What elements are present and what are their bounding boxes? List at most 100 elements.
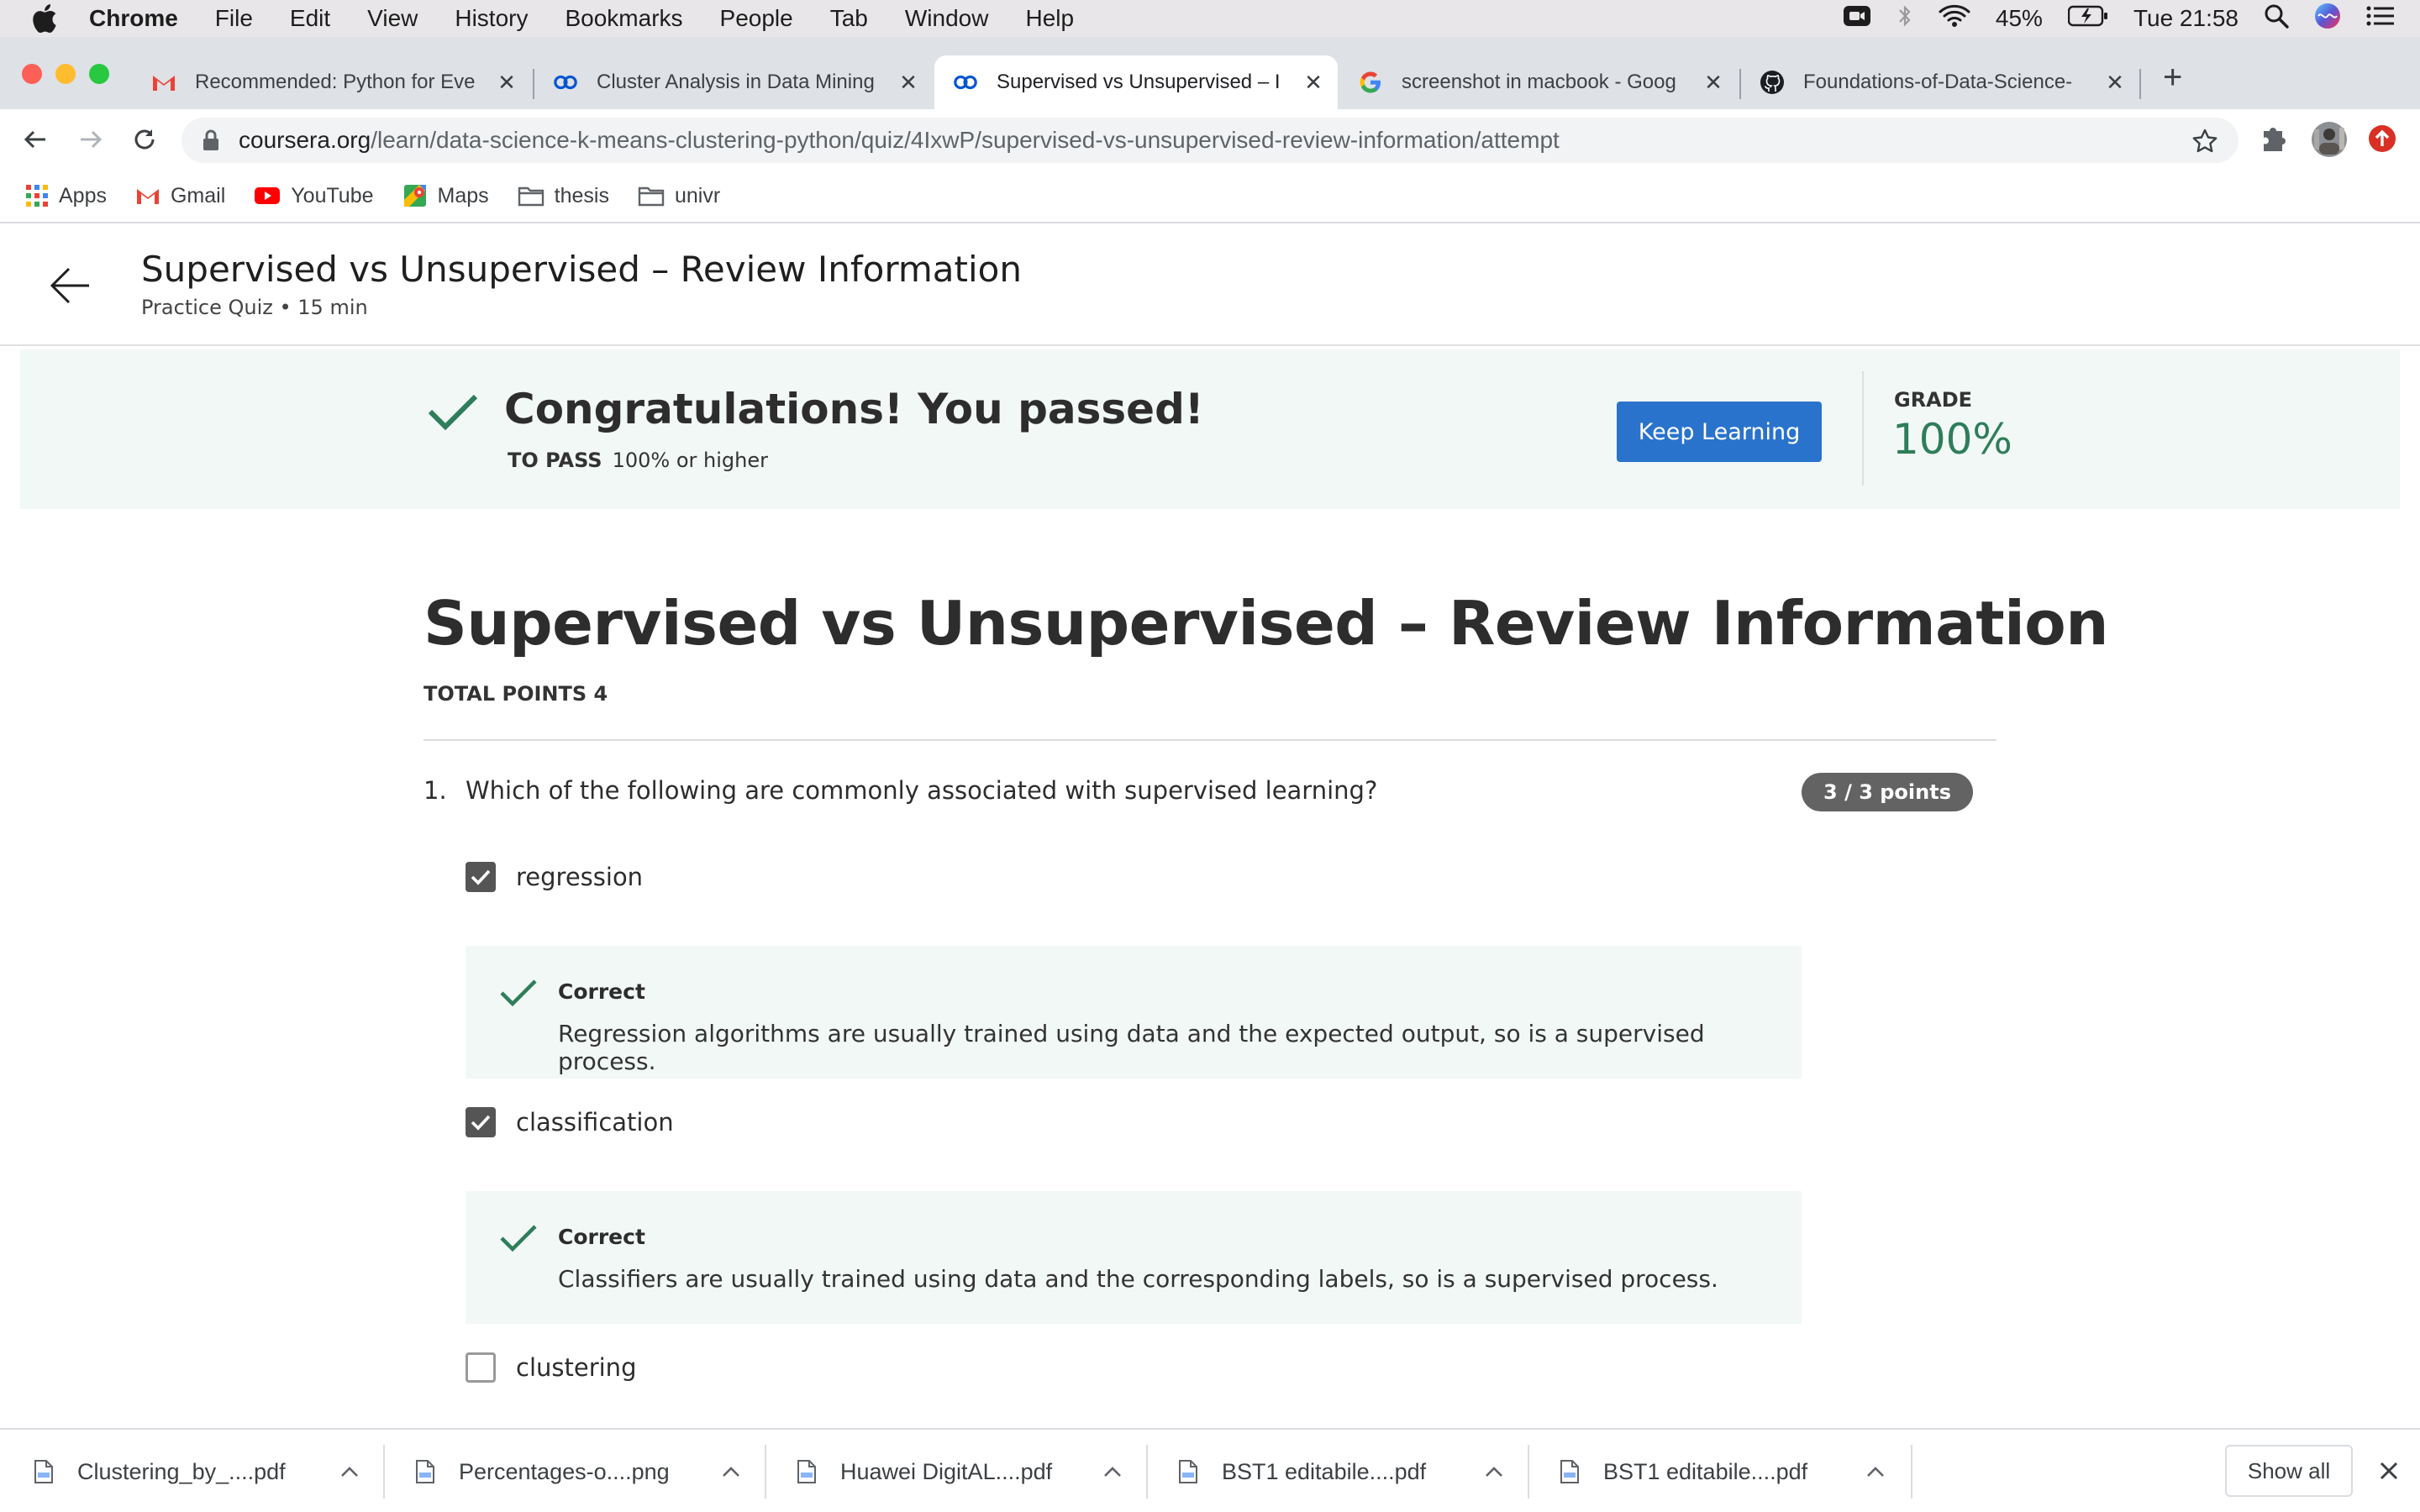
- close-shelf-icon[interactable]: [2376, 1458, 2402, 1488]
- show-all-downloads-button[interactable]: Show all: [2225, 1445, 2353, 1497]
- close-window-button[interactable]: [22, 64, 42, 84]
- maximize-window-button[interactable]: [89, 64, 109, 84]
- answer-option-classification[interactable]: classification: [466, 1107, 674, 1137]
- checkbox-unchecked[interactable]: [466, 1352, 496, 1383]
- github-icon: [1760, 70, 1785, 95]
- tab-google-search[interactable]: screenshot in macbook - Goog ✕: [1339, 55, 1738, 109]
- youtube-icon: [254, 186, 281, 206]
- bookmark-apps[interactable]: Apps: [25, 184, 107, 208]
- menu-edit[interactable]: Edit: [290, 5, 330, 32]
- bookmark-folder-univr[interactable]: univr: [638, 184, 720, 208]
- close-tab-icon[interactable]: ✕: [1301, 70, 1326, 96]
- total-points: TOTAL POINTS 4: [424, 682, 608, 706]
- checkbox-checked[interactable]: [466, 862, 496, 892]
- wifi-icon[interactable]: [1939, 4, 1970, 34]
- menu-bookmarks[interactable]: Bookmarks: [565, 5, 682, 32]
- tab-gmail[interactable]: Recommended: Python for Eve ✕: [133, 55, 531, 109]
- quiz-title: Supervised vs Unsupervised – Review Info…: [424, 588, 2109, 659]
- update-available-icon[interactable]: [2368, 124, 2396, 153]
- download-filename: Percentages-o....png: [459, 1458, 670, 1484]
- chevron-up-icon[interactable]: [1865, 1465, 1886, 1478]
- bookmark-star-icon[interactable]: [2191, 128, 2218, 160]
- menu-view[interactable]: View: [367, 5, 418, 32]
- clock[interactable]: Tue 21:58: [2133, 5, 2238, 32]
- checkbox-checked[interactable]: [466, 1107, 496, 1137]
- menu-chrome[interactable]: Chrome: [89, 5, 178, 32]
- back-arrow-icon[interactable]: [20, 124, 50, 155]
- tab-title: Recommended: Python for Eve: [195, 71, 476, 93]
- extensions-puzzle-icon[interactable]: [2260, 123, 2289, 153]
- chevron-up-icon[interactable]: [339, 1465, 360, 1478]
- download-item[interactable]: Clustering_by_....pdf: [0, 1430, 360, 1512]
- question-text: Which of the following are commonly asso…: [466, 776, 1378, 805]
- url-host: coursera.org: [239, 127, 371, 153]
- keep-learning-button[interactable]: Keep Learning: [1617, 402, 1822, 462]
- menu-people[interactable]: People: [720, 5, 793, 32]
- tab-github[interactable]: Foundations-of-Data-Science- ✕: [1741, 55, 2139, 109]
- forward-arrow-icon[interactable]: [76, 124, 106, 155]
- correct-check-icon: [499, 1223, 538, 1257]
- window-controls: [22, 64, 109, 84]
- answer-option-clustering[interactable]: clustering: [466, 1352, 636, 1383]
- tab-separator: [2139, 69, 2141, 99]
- bookmark-gmail[interactable]: Gmail: [135, 184, 225, 208]
- new-tab-plus-icon[interactable]: +: [2163, 59, 2182, 97]
- lock-icon[interactable]: [202, 129, 220, 152]
- bookmark-label: Apps: [59, 183, 107, 207]
- downloads-shelf: Clustering_by_....pdf Percentages-o....p…: [0, 1428, 2420, 1512]
- bookmark-youtube[interactable]: YouTube: [254, 184, 374, 208]
- profile-avatar[interactable]: [2311, 121, 2348, 158]
- battery-charging-icon[interactable]: [2067, 5, 2108, 33]
- bookmark-label: Gmail: [170, 183, 226, 207]
- download-separator: [1911, 1445, 1912, 1499]
- video-camera-icon[interactable]: [1843, 3, 1871, 34]
- pass-banner: Congratulations! You passed! TO PASS 100%…: [20, 349, 2400, 509]
- tab-cluster-analysis[interactable]: Cluster Analysis in Data Mining ✕: [534, 55, 933, 109]
- url-path: /learn/data-science-k-means-clustering-p…: [371, 127, 1560, 153]
- chevron-up-icon[interactable]: [1102, 1465, 1123, 1478]
- menu-help[interactable]: Help: [1025, 5, 1074, 32]
- browser-toolbar: coursera.org/learn/data-science-k-means-…: [0, 109, 2420, 170]
- question-number: 1.: [424, 776, 447, 805]
- tab-supervised-active[interactable]: Supervised vs Unsupervised – I ✕: [934, 55, 1338, 109]
- notification-center-icon[interactable]: [2366, 5, 2395, 33]
- apple-logo-icon[interactable]: [32, 4, 62, 33]
- close-tab-icon[interactable]: ✕: [494, 70, 519, 96]
- course-item-header: Supervised vs Unsupervised – Review Info…: [0, 225, 2420, 346]
- close-tab-icon[interactable]: ✕: [1701, 70, 1726, 96]
- spotlight-search-icon[interactable]: [2264, 3, 2289, 34]
- menu-window[interactable]: Window: [905, 5, 989, 32]
- feedback-text: Regression algorithms are usually traine…: [558, 1020, 1705, 1075]
- feedback-text: Classifiers are usually trained using da…: [558, 1265, 1718, 1293]
- menu-tab[interactable]: Tab: [830, 5, 868, 32]
- menu-file[interactable]: File: [215, 5, 253, 32]
- download-item[interactable]: Percentages-o....png: [381, 1430, 741, 1512]
- tab-title: Foundations-of-Data-Science-: [1803, 71, 2073, 93]
- bookmark-label: univr: [674, 183, 721, 207]
- bookmark-label: thesis: [554, 183, 609, 207]
- download-item[interactable]: BST1 editabile....pdf: [1526, 1430, 1886, 1512]
- coursera-icon: [953, 70, 978, 95]
- minimize-window-button[interactable]: [55, 64, 76, 84]
- section-divider: [424, 739, 1996, 741]
- back-arrow-icon[interactable]: [47, 262, 94, 313]
- pdf-file-icon: [34, 1459, 54, 1484]
- siri-icon[interactable]: [2314, 3, 2341, 35]
- chevron-up-icon[interactable]: [1484, 1465, 1504, 1478]
- download-item[interactable]: BST1 editabile....pdf: [1144, 1430, 1504, 1512]
- answer-option-regression[interactable]: regression: [466, 862, 643, 892]
- feedback-label: Correct: [558, 979, 645, 1004]
- folder-icon: [518, 185, 544, 207]
- chevron-up-icon[interactable]: [721, 1465, 741, 1478]
- close-tab-icon[interactable]: ✕: [2102, 70, 2128, 96]
- tab-title: screenshot in macbook - Goog: [1402, 71, 1676, 93]
- menu-history[interactable]: History: [455, 5, 528, 32]
- reload-icon[interactable]: [129, 124, 160, 155]
- bluetooth-icon[interactable]: [1897, 3, 1913, 34]
- download-item[interactable]: Huawei DigitAL....pdf: [763, 1430, 1123, 1512]
- bookmark-folder-thesis[interactable]: thesis: [518, 184, 609, 208]
- grade-label: GRADE: [1894, 388, 1973, 412]
- close-tab-icon[interactable]: ✕: [896, 70, 921, 96]
- address-bar[interactable]: coursera.org/learn/data-science-k-means-…: [182, 118, 2238, 163]
- bookmark-maps[interactable]: Maps: [402, 183, 489, 208]
